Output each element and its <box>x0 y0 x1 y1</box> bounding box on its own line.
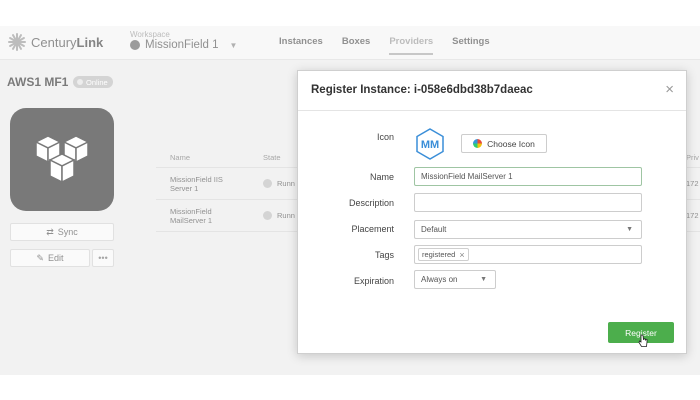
register-instance-dialog: Register Instance: i-058e6dbd38b7daeac ×… <box>297 70 687 354</box>
name-field[interactable]: MissionField MailServer 1 <box>414 167 642 186</box>
choose-icon-label: Choose Icon <box>487 138 535 149</box>
dialog-title: Register Instance: i-058e6dbd38b7daeac <box>311 84 533 96</box>
remove-tag-icon[interactable]: × <box>459 250 464 260</box>
expiration-value: Always on <box>421 275 458 284</box>
expiration-label: Expiration <box>353 276 394 286</box>
icon-initials: MM <box>421 139 439 151</box>
placement-label: Placement <box>351 224 394 234</box>
dialog-header: Register Instance: i-058e6dbd38b7daeac × <box>298 71 686 111</box>
tags-field[interactable]: registered × <box>414 245 642 264</box>
chevron-down-icon: ▼ <box>480 276 487 283</box>
description-field[interactable] <box>414 193 642 212</box>
close-icon[interactable]: × <box>665 81 674 98</box>
tag-chip: registered × <box>418 248 469 261</box>
tag-label: registered <box>422 250 456 259</box>
placement-select[interactable]: Default ▼ <box>414 220 642 239</box>
icon-label: Icon <box>376 132 394 142</box>
hand-cursor-icon <box>638 334 648 347</box>
name-label: Name <box>369 172 394 182</box>
choose-icon-button[interactable]: Choose Icon <box>461 134 547 153</box>
app-window: CenturyLink Workspace MissionField 1 ▼ I… <box>0 26 700 375</box>
name-value: MissionField MailServer 1 <box>421 172 513 181</box>
description-label: Description <box>348 198 394 208</box>
expiration-select[interactable]: Always on ▼ <box>414 270 496 289</box>
chevron-down-icon: ▼ <box>626 226 633 233</box>
hexagon-avatar-icon[interactable]: MM <box>414 128 446 160</box>
tags-label: Tags <box>374 250 394 260</box>
placement-value: Default <box>421 225 447 234</box>
color-wheel-icon <box>473 139 483 148</box>
